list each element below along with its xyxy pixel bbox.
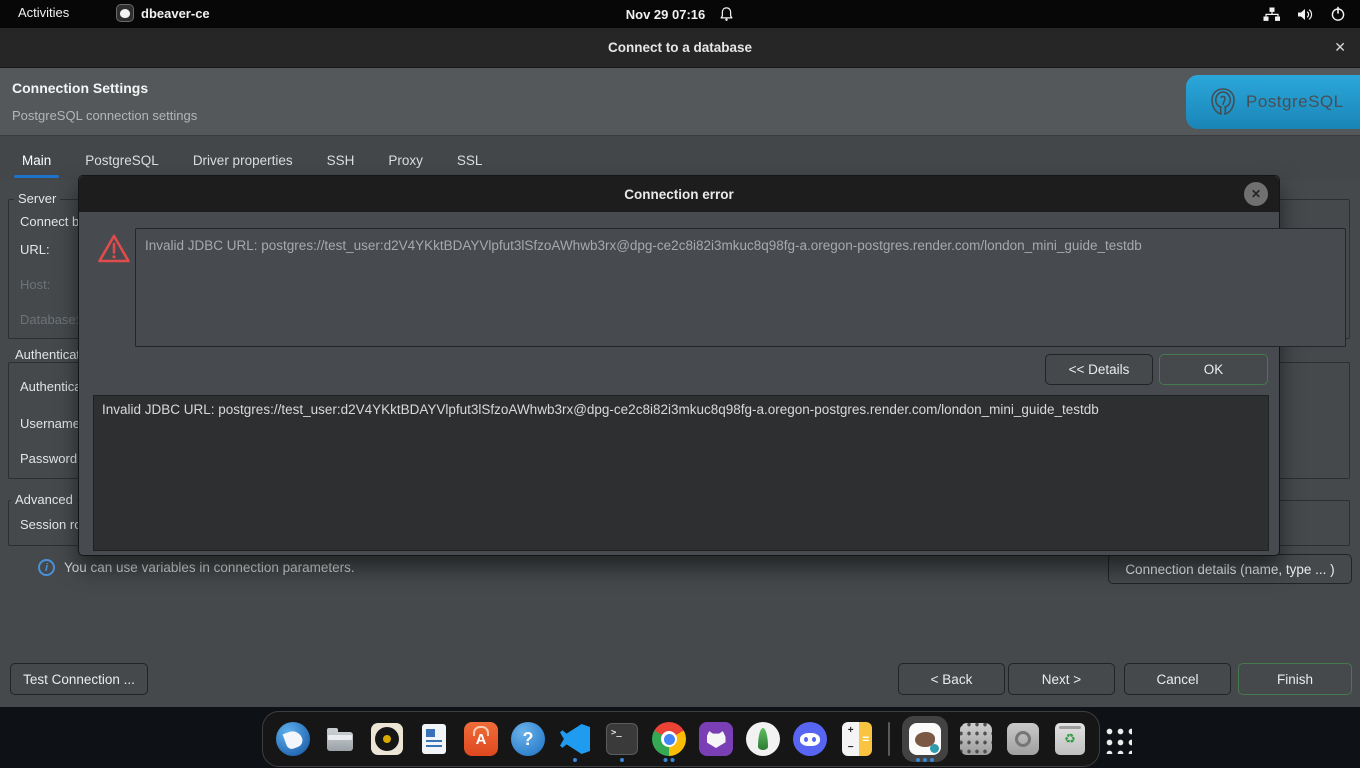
url-label: URL:	[20, 242, 50, 257]
window-title: Connect to a database	[608, 40, 752, 55]
clock-menu[interactable]: Nov 29 07:16	[0, 0, 1360, 28]
network-wired-icon	[1263, 7, 1281, 22]
chrome-icon[interactable]	[649, 714, 689, 764]
system-status-area[interactable]	[1263, 0, 1346, 28]
ok-button[interactable]: OK	[1159, 354, 1268, 385]
warning-icon	[97, 233, 131, 264]
details-toggle-button[interactable]: << Details	[1045, 354, 1153, 385]
discord-icon[interactable]	[790, 714, 830, 764]
libreoffice-writer-icon[interactable]	[414, 714, 454, 764]
username-label: Username:	[20, 416, 84, 431]
rhythmbox-icon[interactable]	[367, 714, 407, 764]
calculator-icon[interactable]: +−=	[837, 714, 877, 764]
page-title: Connection Settings	[12, 80, 148, 96]
github-icon[interactable]	[696, 714, 736, 764]
postgresql-elephant-icon	[1208, 86, 1238, 118]
trash-icon[interactable]: ♻	[1050, 714, 1090, 764]
server-group-label: Server	[14, 191, 60, 206]
notification-bell-icon	[719, 6, 734, 22]
clock-label: Nov 29 07:16	[626, 7, 706, 22]
power-icon	[1330, 6, 1346, 22]
help-icon[interactable]: ?	[508, 714, 548, 764]
volume-icon	[1297, 7, 1314, 22]
connection-error-dialog: Connection error ✕ Invalid JDBC URL: pos…	[78, 175, 1280, 556]
tab-main[interactable]: Main	[22, 153, 51, 180]
dialog-title: Connection error	[624, 187, 734, 202]
info-icon: i	[38, 559, 55, 576]
thunderbird-icon[interactable]	[273, 714, 313, 764]
mongodb-icon[interactable]	[743, 714, 783, 764]
dock-separator	[888, 722, 890, 756]
settings-tabbar: Main PostgreSQL Driver properties SSH Pr…	[0, 136, 1360, 180]
test-connection-button[interactable]: Test Connection ...	[10, 663, 148, 695]
password-label: Password:	[20, 451, 81, 466]
dbeaver-icon[interactable]	[901, 714, 949, 764]
utilities-icon[interactable]	[956, 714, 996, 764]
window-close-icon[interactable]: ✕	[1334, 40, 1346, 54]
connection-details-button[interactable]: Connection details (name, type ... )	[1108, 554, 1352, 584]
desktop: Activities dbeaver-ce Nov 29 07:16	[0, 0, 1360, 768]
window-titlebar[interactable]: Connect to a database	[0, 28, 1360, 68]
system-top-bar: Activities dbeaver-ce Nov 29 07:16	[0, 0, 1360, 28]
finish-button[interactable]: Finish	[1238, 663, 1352, 695]
files-icon[interactable]	[320, 714, 360, 764]
wizard-header: Connection Settings PostgreSQL connectio…	[0, 68, 1360, 136]
page-subtitle: PostgreSQL connection settings	[12, 108, 197, 123]
cancel-button[interactable]: Cancel	[1124, 663, 1231, 695]
next-button[interactable]: Next >	[1008, 663, 1115, 695]
app-grid-icon[interactable]	[1097, 714, 1137, 764]
back-button[interactable]: < Back	[898, 663, 1005, 695]
database-label: Database:	[20, 312, 79, 327]
ubuntu-software-icon[interactable]: A	[461, 714, 501, 764]
error-details-box[interactable]: Invalid JDBC URL: postgres://test_user:d…	[93, 395, 1269, 551]
terminal-icon[interactable]: >_	[602, 714, 642, 764]
dialog-titlebar[interactable]: Connection error	[79, 176, 1279, 212]
error-message-box[interactable]: Invalid JDBC URL: postgres://test_user:d…	[135, 228, 1346, 347]
disks-icon[interactable]	[1003, 714, 1043, 764]
dialog-close-icon[interactable]: ✕	[1244, 182, 1268, 206]
vscode-icon[interactable]	[555, 714, 595, 764]
dock: A ? >_ +−= ♻	[262, 711, 1100, 767]
host-label: Host:	[20, 277, 50, 292]
postgresql-logo: PostgreSQL	[1186, 75, 1360, 129]
advanced-group-label: Advanced	[11, 492, 77, 507]
postgresql-logo-text: PostgreSQL	[1246, 92, 1344, 112]
variables-hint-text: You can use variables in connection para…	[64, 560, 355, 575]
